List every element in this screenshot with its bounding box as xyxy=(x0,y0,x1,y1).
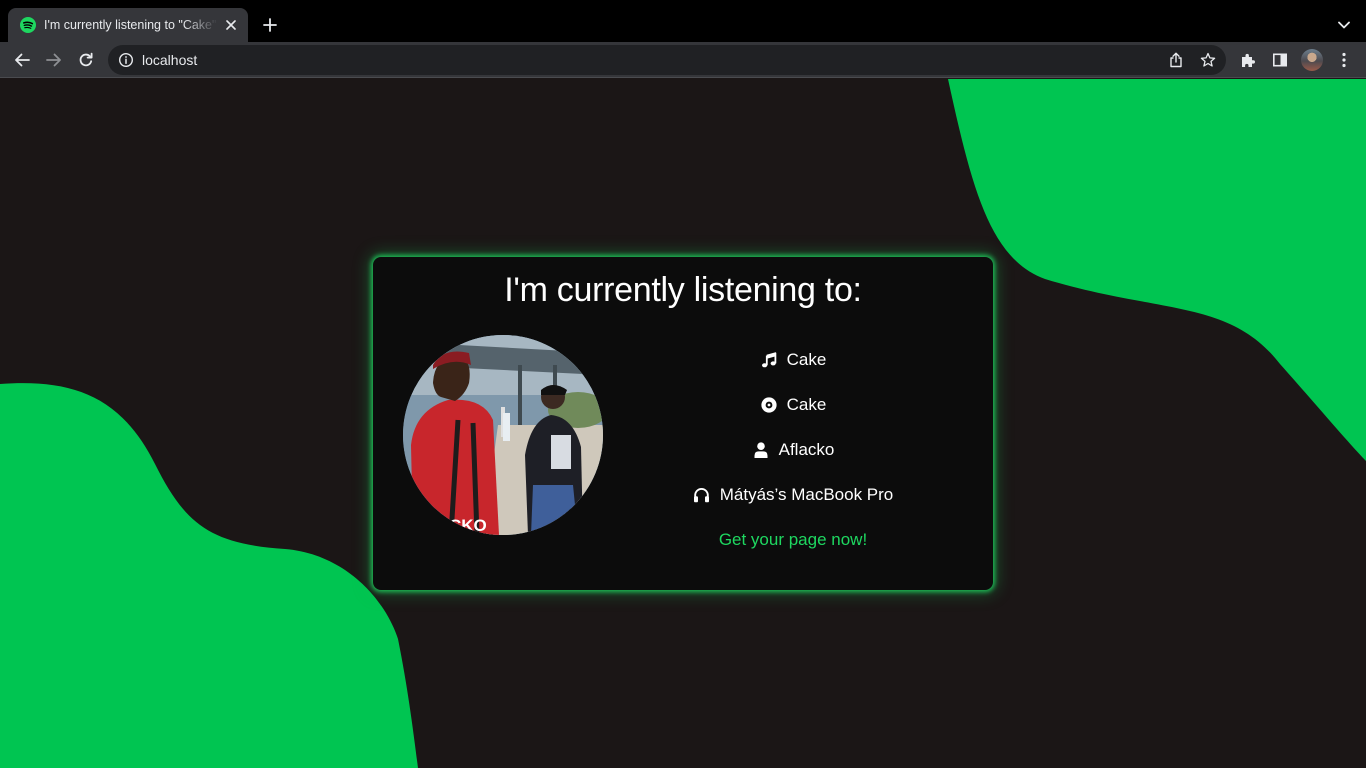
disc-icon xyxy=(760,396,778,414)
address-bar[interactable]: localhost xyxy=(108,45,1226,75)
browser-toolbar: localhost xyxy=(0,42,1366,78)
device-row: Mátyás’s MacBook Pro xyxy=(673,472,913,517)
forward-arrow-icon[interactable] xyxy=(41,47,67,73)
back-arrow-icon[interactable] xyxy=(9,47,35,73)
album-art-caption: CKO xyxy=(449,516,487,535)
url-text: localhost xyxy=(142,52,198,68)
now-playing-card: I'm currently listening to: CKO Cake Cak… xyxy=(373,257,993,590)
artist-name: Aflacko xyxy=(778,439,835,459)
new-tab-plus-icon[interactable] xyxy=(258,13,282,37)
album-row: Cake xyxy=(673,382,913,427)
profile-avatar[interactable] xyxy=(1301,49,1323,71)
side-panel-icon[interactable] xyxy=(1267,47,1293,73)
get-your-page-link[interactable]: Get your page now! xyxy=(673,517,913,562)
track-row: Cake xyxy=(673,337,913,382)
reload-icon[interactable] xyxy=(73,47,99,73)
browser-tab[interactable]: I'm currently listening to "Cake" xyxy=(8,8,248,42)
track-name: Cake xyxy=(786,349,827,369)
device-name: Mátyás’s MacBook Pro xyxy=(719,484,894,504)
album-name: Cake xyxy=(786,394,827,414)
bookmark-star-icon[interactable] xyxy=(1199,51,1217,69)
info-icon[interactable] xyxy=(118,52,134,68)
tab-search-chevron-icon[interactable] xyxy=(1332,13,1356,37)
spotify-icon xyxy=(20,17,36,33)
close-tab-icon[interactable] xyxy=(222,16,240,34)
user-icon xyxy=(752,441,770,459)
extensions-puzzle-icon[interactable] xyxy=(1235,47,1261,73)
tab-title: I'm currently listening to "Cake" xyxy=(44,18,217,32)
page-title: I'm currently listening to: xyxy=(504,271,862,309)
headphones-icon xyxy=(693,486,711,504)
kebab-menu-icon[interactable] xyxy=(1331,47,1357,73)
page-background: I'm currently listening to: CKO Cake Cak… xyxy=(0,79,1366,768)
tab-strip: I'm currently listening to "Cake" xyxy=(0,0,1366,42)
music-note-icon xyxy=(760,351,778,369)
artist-row: Aflacko xyxy=(673,427,913,472)
track-info-list: Cake Cake Aflacko Mátyás’s MacBook Pro G… xyxy=(673,337,913,562)
album-art: CKO xyxy=(403,335,603,535)
share-icon[interactable] xyxy=(1167,51,1185,69)
